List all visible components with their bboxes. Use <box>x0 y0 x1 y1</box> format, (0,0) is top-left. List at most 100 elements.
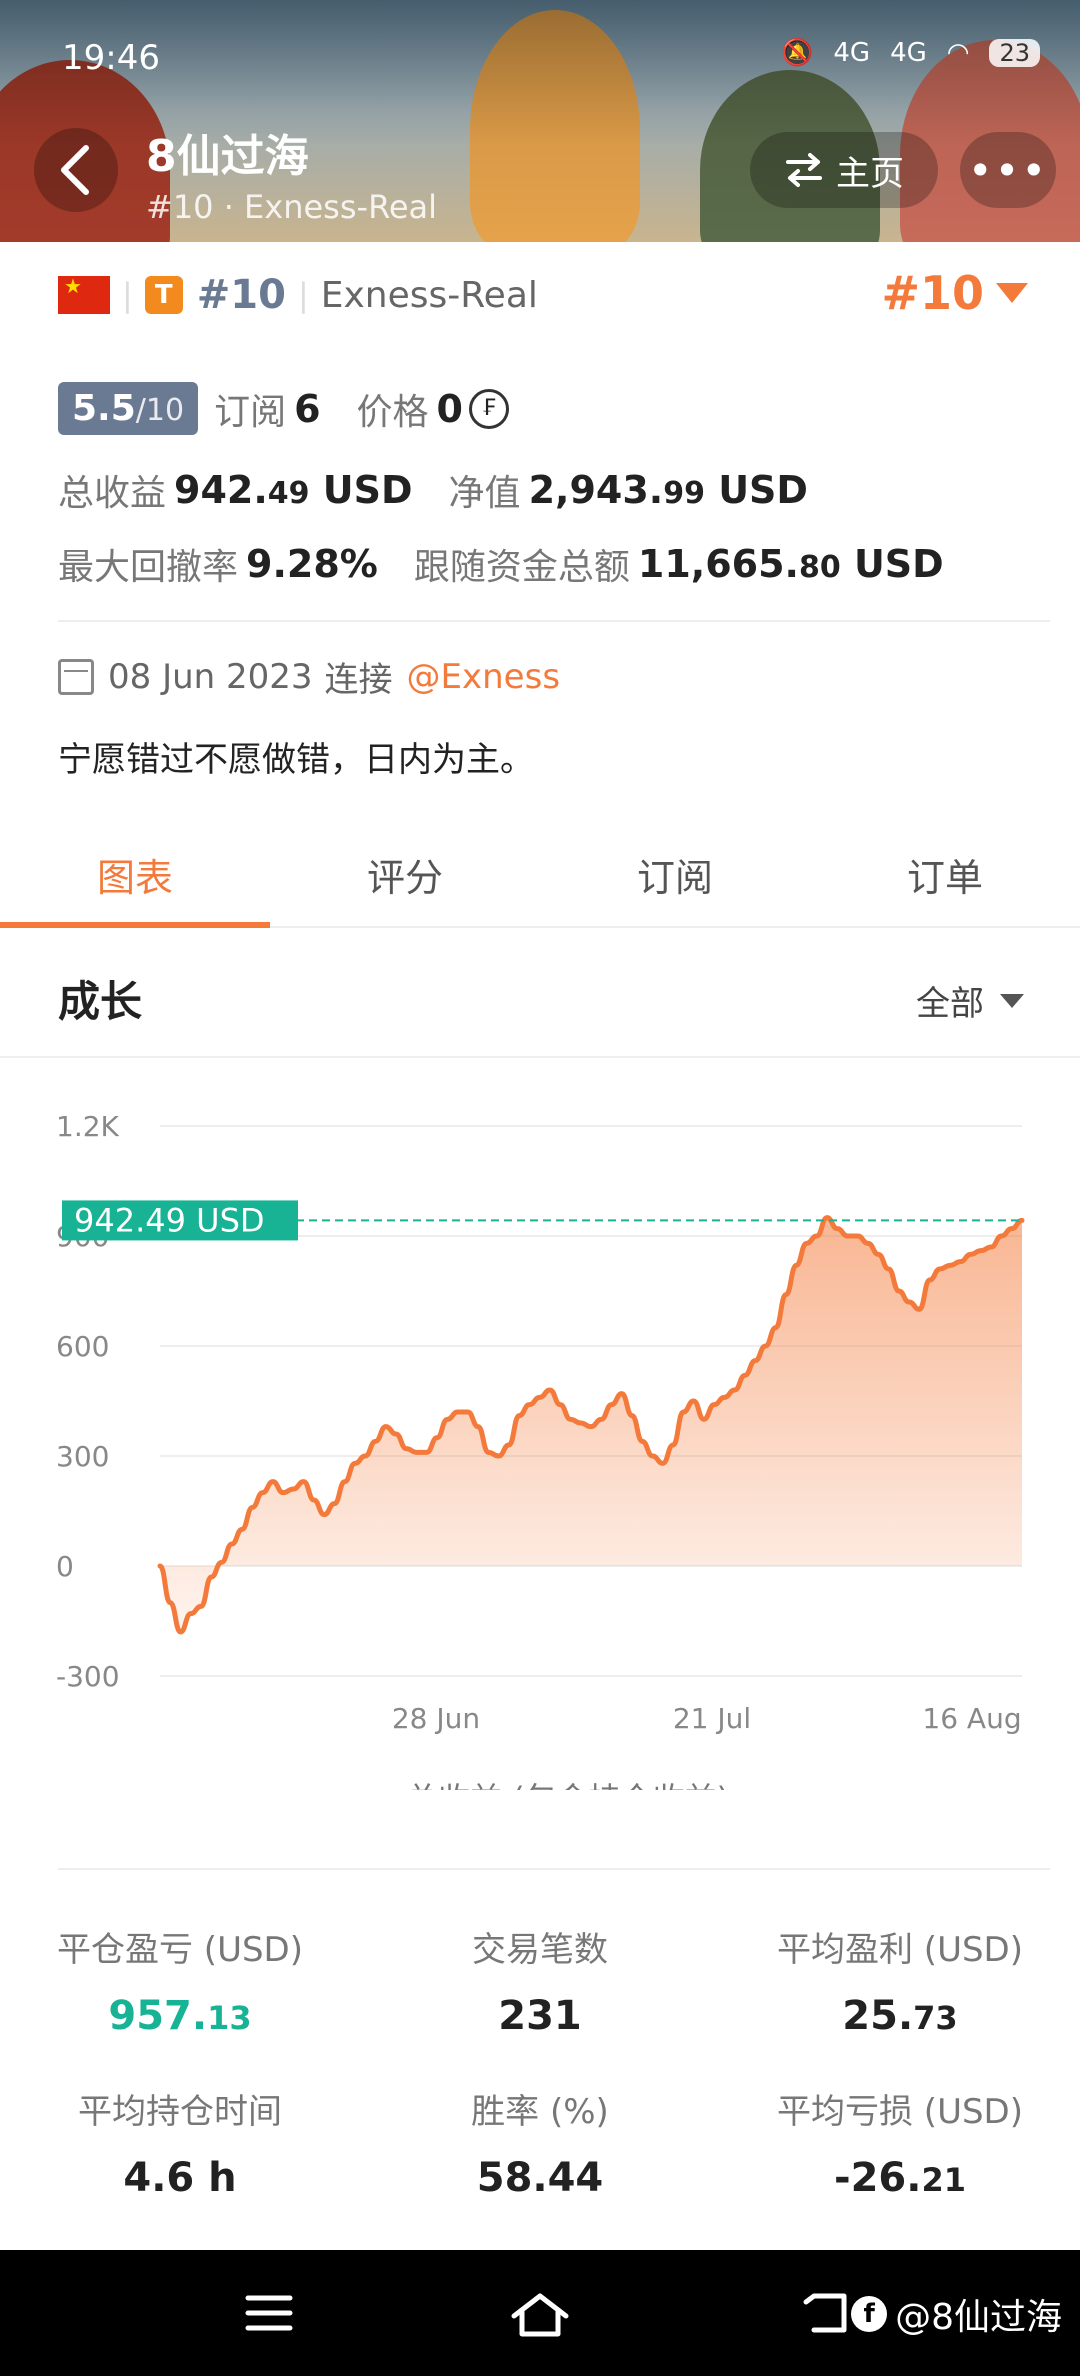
home-icon[interactable] <box>508 2290 572 2340</box>
follow-funds-value: 11,665.80 USD <box>638 542 944 586</box>
back-button[interactable] <box>34 128 118 212</box>
rank-label: #10 <box>196 272 286 318</box>
stat-value-int: 231 <box>498 1993 582 2039</box>
total-profit-value: 942.49 USD <box>174 468 413 512</box>
score-suffix: /10 <box>135 393 185 428</box>
equity-label: 净值 <box>448 473 521 514</box>
legend-label: 总收益 (包含持仓收益) <box>406 1780 729 1790</box>
more-icon: ••• <box>967 145 1049 195</box>
system-nav-bar: f @8仙过海 <box>0 2250 1080 2376</box>
y-tick-label: 600 <box>56 1330 109 1363</box>
provider-rank-row: | T #10 | Exness-Real <box>58 272 538 318</box>
stat-value: 25.73 <box>720 1993 1080 2039</box>
stat-value-int: 957. <box>108 1993 208 2039</box>
divider <box>58 1868 1050 1870</box>
watermark-label: @8仙过海 <box>895 2297 1062 2338</box>
tab-orders[interactable]: 订单 <box>810 822 1080 926</box>
total-profit-int: 942. <box>174 468 268 512</box>
total-profit-label: 总收益 <box>58 473 167 514</box>
price-label: 价格 <box>356 391 429 433</box>
connect-label: 连接 <box>324 660 393 700</box>
tab-bar: 图表 评分 订阅 订单 <box>0 822 1080 928</box>
status-time: 19:46 <box>62 38 160 78</box>
page-title: 8仙过海 <box>146 131 309 182</box>
stat-item: 平仓盈亏 (USD) 957.13 <box>0 1922 360 2039</box>
tab-rating[interactable]: 评分 <box>270 822 540 926</box>
chart-legend: 总收益 (包含持仓收益) <box>406 1780 729 1790</box>
tab-subscribe[interactable]: 订阅 <box>540 822 810 926</box>
broker-link[interactable]: @Exness <box>407 657 561 697</box>
network-icon: 4G <box>833 38 871 68</box>
range-select[interactable]: 全部 <box>916 976 1024 1025</box>
chevron-left-icon <box>61 145 89 195</box>
stat-value-dec: 13 <box>207 1999 252 2037</box>
divider: | <box>297 276 309 314</box>
growth-header: 成长 全部 <box>0 928 1080 1058</box>
growth-title: 成长 <box>58 977 143 1026</box>
provider-description: 宁愿错过不愿做错，日内为主。 <box>58 740 534 780</box>
x-tick-label: 28 Jun <box>392 1702 480 1735</box>
stat-item: 胜率 (%) 58.44 <box>360 2084 720 2201</box>
home-button[interactable]: 主页 <box>750 132 938 208</box>
stat-value: 58.44 <box>360 2155 720 2201</box>
rank-dropdown-label: #10 <box>881 266 984 320</box>
wifi-icon: ◠ <box>946 38 970 68</box>
subscribe-value: 6 <box>294 386 321 431</box>
growth-chart[interactable]: 1.2K9006003000-300 28 Jun21 Jul16 Aug 94… <box>0 1060 1080 1790</box>
drawdown-value: 9.28% <box>246 542 378 586</box>
home-button-label: 主页 <box>836 153 904 194</box>
range-select-label: 全部 <box>916 984 984 1024</box>
equity-int: 2,943. <box>528 468 664 512</box>
stat-label: 平均持仓时间 <box>78 2092 282 2132</box>
tab-chart[interactable]: 图表 <box>0 822 270 928</box>
score-row: 5.5/10 订阅 6 价格 0 ₣ <box>58 382 509 435</box>
chart-x-axis: 28 Jun 21 Jul 16 Aug <box>392 1702 1022 1735</box>
follow-funds-label: 跟随资金总额 <box>413 547 630 588</box>
page-subtitle: #10 · Exness-Real <box>146 188 438 226</box>
stat-value-dec: 21 <box>921 2161 966 2199</box>
more-button[interactable]: ••• <box>960 132 1056 208</box>
chart-y-axis: 1.2K9006003000-300 <box>56 1110 120 1693</box>
stat-value-int: 58.44 <box>476 2155 604 2201</box>
subscribe-label: 订阅 <box>214 391 287 433</box>
follow-unit: USD <box>853 542 944 586</box>
connect-date: 08 Jun 2023 <box>108 656 313 697</box>
mute-icon: 🔕 <box>780 38 814 68</box>
equity-unit: USD <box>718 468 808 512</box>
coin-icon: ₣ <box>469 388 509 429</box>
stat-item: 交易笔数 231 <box>360 1922 720 2039</box>
header-banner: 19:46 🔕 4G 4G ◠ 23 8仙过海 #10 · Exness-Rea… <box>0 0 1080 242</box>
stat-value: 957.13 <box>0 1993 360 2039</box>
stat-label: 胜率 (%) <box>471 2092 609 2132</box>
divider: | <box>122 276 133 314</box>
broker-name: Exness-Real <box>320 274 538 316</box>
x-tick-label: 21 Jul <box>673 1702 751 1735</box>
profit-row: 总收益 942.49 USD 净值 2,943.99 USD <box>58 464 808 516</box>
stat-item: 平均亏损 (USD) -26.21 <box>720 2084 1080 2201</box>
follow-int: 11,665. <box>637 542 799 586</box>
stat-label: 平仓盈亏 (USD) <box>57 1930 303 1970</box>
drawdown-label: 最大回撤率 <box>58 547 239 588</box>
y-tick-label: 1.2K <box>56 1110 120 1143</box>
score-badge: 5.5/10 <box>58 382 199 435</box>
caret-down-icon <box>1000 993 1024 1008</box>
current-value-label: 942.49 USD <box>74 1201 265 1239</box>
connect-date-row: 08 Jun 2023 连接 @Exness <box>58 652 560 701</box>
stat-value-int: 25. <box>842 1993 914 2039</box>
stat-item: 平均持仓时间 4.6 h <box>0 2084 360 2201</box>
drawdown-row: 最大回撤率 9.28% 跟随资金总额 11,665.80 USD <box>58 538 944 590</box>
facebook-icon: f <box>851 2296 888 2332</box>
stat-value: -26.21 <box>720 2155 1080 2201</box>
caret-down-icon <box>996 283 1028 303</box>
back-nav-icon[interactable] <box>800 2290 850 2336</box>
stat-item: 平均盈利 (USD) 25.73 <box>720 1922 1080 2039</box>
menu-icon[interactable] <box>244 2290 294 2336</box>
rank-dropdown[interactable]: #10 <box>881 266 1028 320</box>
stat-value: 4.6 h <box>0 2155 360 2201</box>
score-value: 5.5 <box>72 388 136 429</box>
divider <box>58 620 1050 622</box>
price-value: 0 <box>436 386 463 431</box>
follow-dec: 80 <box>798 550 841 585</box>
calendar-icon <box>58 658 94 695</box>
status-icons: 🔕 4G 4G ◠ 23 <box>781 38 1040 68</box>
